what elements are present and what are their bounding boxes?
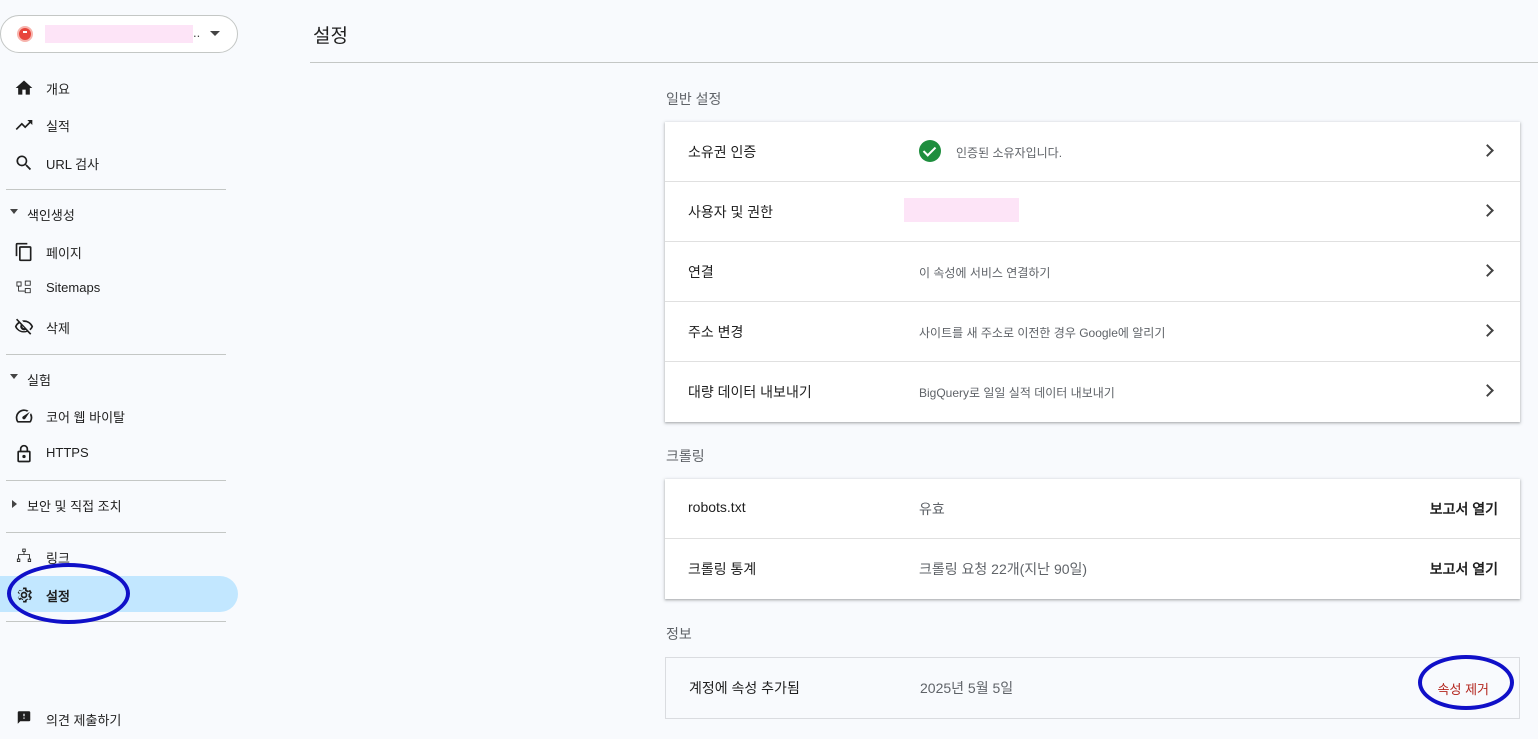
crawling-row-robots: robots.txt 유효 보고서 열기 xyxy=(665,479,1520,539)
nav-item-overview[interactable]: 개요 xyxy=(0,69,238,105)
nav-label: HTTPS xyxy=(46,445,89,460)
section-indexing[interactable]: 색인생성 xyxy=(0,200,230,226)
pages-icon xyxy=(15,242,32,262)
settings-row-change-address[interactable]: 주소 변경 사이트를 새 주소로 이전한 경우 Google에 알리기 xyxy=(665,302,1520,362)
caret-down-icon xyxy=(10,209,18,214)
property-name-ellipsis: .. xyxy=(193,25,201,40)
divider xyxy=(6,532,226,533)
feedback-button[interactable]: 의견 제출하기 xyxy=(0,704,238,732)
nav-item-pages[interactable]: 페이지 xyxy=(0,233,238,269)
nav-label: URL 검사 xyxy=(46,157,100,172)
visibility-off-icon xyxy=(14,318,34,335)
section-experience[interactable]: 실험 xyxy=(0,365,230,391)
divider xyxy=(6,189,226,190)
section-label: 실험 xyxy=(27,373,51,388)
lock-icon xyxy=(17,444,31,463)
property-selector[interactable]: .. xyxy=(0,15,238,53)
nav-label: 실적 xyxy=(46,119,70,134)
annotation-circle-settings xyxy=(7,563,130,624)
settings-row-bulk-export[interactable]: 대량 데이터 내보내기 BigQuery로 일일 실적 데이터 내보내기 xyxy=(665,362,1520,422)
feedback-icon xyxy=(17,711,31,724)
divider xyxy=(6,621,226,622)
row-name: 계정에 속성 추가됨 xyxy=(689,680,800,696)
nav-item-url-inspection[interactable]: URL 검사 xyxy=(0,144,238,180)
nav-item-core-web-vitals[interactable]: 코어 웹 바이탈 xyxy=(0,397,238,433)
settings-row-users-permissions[interactable]: 사용자 및 권한 xyxy=(665,182,1520,242)
row-value: 인증된 소유자입니다. xyxy=(956,146,1063,160)
row-name: 사용자 및 권한 xyxy=(688,204,774,220)
section-security[interactable]: 보안 및 직접 조치 xyxy=(0,491,230,517)
search-icon xyxy=(16,155,32,171)
nav-item-removals[interactable]: 삭제 xyxy=(0,308,238,344)
nav-label: 삭제 xyxy=(46,321,70,336)
check-circle-icon xyxy=(919,140,941,162)
section-label: 보안 및 직접 조치 xyxy=(27,499,122,514)
row-name: 대량 데이터 내보내기 xyxy=(688,384,812,400)
settings-row-ownership[interactable]: 소유권 인증 인증된 소유자입니다. xyxy=(665,122,1520,182)
row-name: 연결 xyxy=(688,264,714,280)
annotation-circle-remove xyxy=(1418,655,1514,710)
chevron-right-icon xyxy=(1481,204,1494,217)
chevron-right-icon xyxy=(1481,144,1494,157)
site-favicon-icon xyxy=(17,26,33,42)
nav-item-https[interactable]: HTTPS xyxy=(0,435,238,471)
open-report-button[interactable]: 보고서 열기 xyxy=(1430,499,1498,519)
general-settings-title: 일반 설정 xyxy=(666,91,722,107)
divider xyxy=(6,354,226,355)
row-value: 이 속성에 서비스 연결하기 xyxy=(919,266,1051,280)
about-card: 계정에 속성 추가됨 2025년 5월 5일 속성 제거 xyxy=(665,657,1520,719)
row-name: 소유권 인증 xyxy=(688,144,757,160)
speed-gauge-icon xyxy=(15,409,33,423)
dropdown-caret-icon xyxy=(210,31,220,36)
crawling-card: robots.txt 유효 보고서 열기 크롤링 통계 크롤링 요청 22개(지… xyxy=(665,479,1520,599)
home-icon xyxy=(15,80,33,95)
nav-label: Sitemaps xyxy=(46,280,101,295)
row-name: robots.txt xyxy=(688,499,746,515)
about-title: 정보 xyxy=(666,626,692,642)
chevron-right-icon xyxy=(1481,264,1494,277)
settings-row-associations[interactable]: 연결 이 속성에 서비스 연결하기 xyxy=(665,242,1520,302)
open-report-button[interactable]: 보고서 열기 xyxy=(1430,559,1498,579)
chevron-right-icon xyxy=(1481,324,1494,337)
chevron-right-icon xyxy=(1481,384,1494,397)
crawling-row-stats: 크롤링 통계 크롤링 요청 22개(지난 90일) 보고서 열기 xyxy=(665,539,1520,599)
divider xyxy=(6,480,226,481)
about-row-added: 계정에 속성 추가됨 2025년 5월 5일 속성 제거 xyxy=(666,658,1519,718)
nav-label: 개요 xyxy=(46,82,70,97)
page-title: 설정 xyxy=(313,26,348,47)
row-value: BigQuery로 일일 실적 데이터 내보내기 xyxy=(919,386,1115,400)
row-value: 유효 xyxy=(919,501,945,517)
general-settings-card: 소유권 인증 인증된 소유자입니다. 사용자 및 권한 연결 이 속성에 서비스… xyxy=(665,122,1520,422)
feedback-label: 의견 제출하기 xyxy=(46,713,122,728)
nav-label: 코어 웹 바이탈 xyxy=(46,410,125,425)
links-icon xyxy=(16,548,32,562)
section-label: 색인생성 xyxy=(27,208,75,223)
nav-item-sitemaps[interactable]: Sitemaps xyxy=(0,270,238,306)
crawling-title: 크롤링 xyxy=(666,448,705,464)
header-divider xyxy=(310,62,1538,63)
nav-label: 페이지 xyxy=(46,246,82,261)
trending-up-icon xyxy=(15,120,33,130)
row-name: 주소 변경 xyxy=(688,324,744,340)
caret-right-icon xyxy=(12,500,17,508)
row-value: 크롤링 요청 22개(지난 90일) xyxy=(919,561,1088,577)
nav-item-performance[interactable]: 실적 xyxy=(0,106,238,142)
sitemap-icon xyxy=(16,280,31,294)
row-value: 사이트를 새 주소로 이전한 경우 Google에 알리기 xyxy=(919,326,1166,340)
caret-down-icon xyxy=(10,374,18,379)
row-name: 크롤링 통계 xyxy=(688,561,757,577)
row-value: 2025년 5월 5일 xyxy=(920,680,1014,696)
sidebar: .. 개요 실적 URL 검사 색인생성 페이지 Sitemaps 삭제 실험 … xyxy=(0,0,240,739)
redacted-users xyxy=(904,198,1019,222)
redacted-property-name xyxy=(45,25,193,43)
